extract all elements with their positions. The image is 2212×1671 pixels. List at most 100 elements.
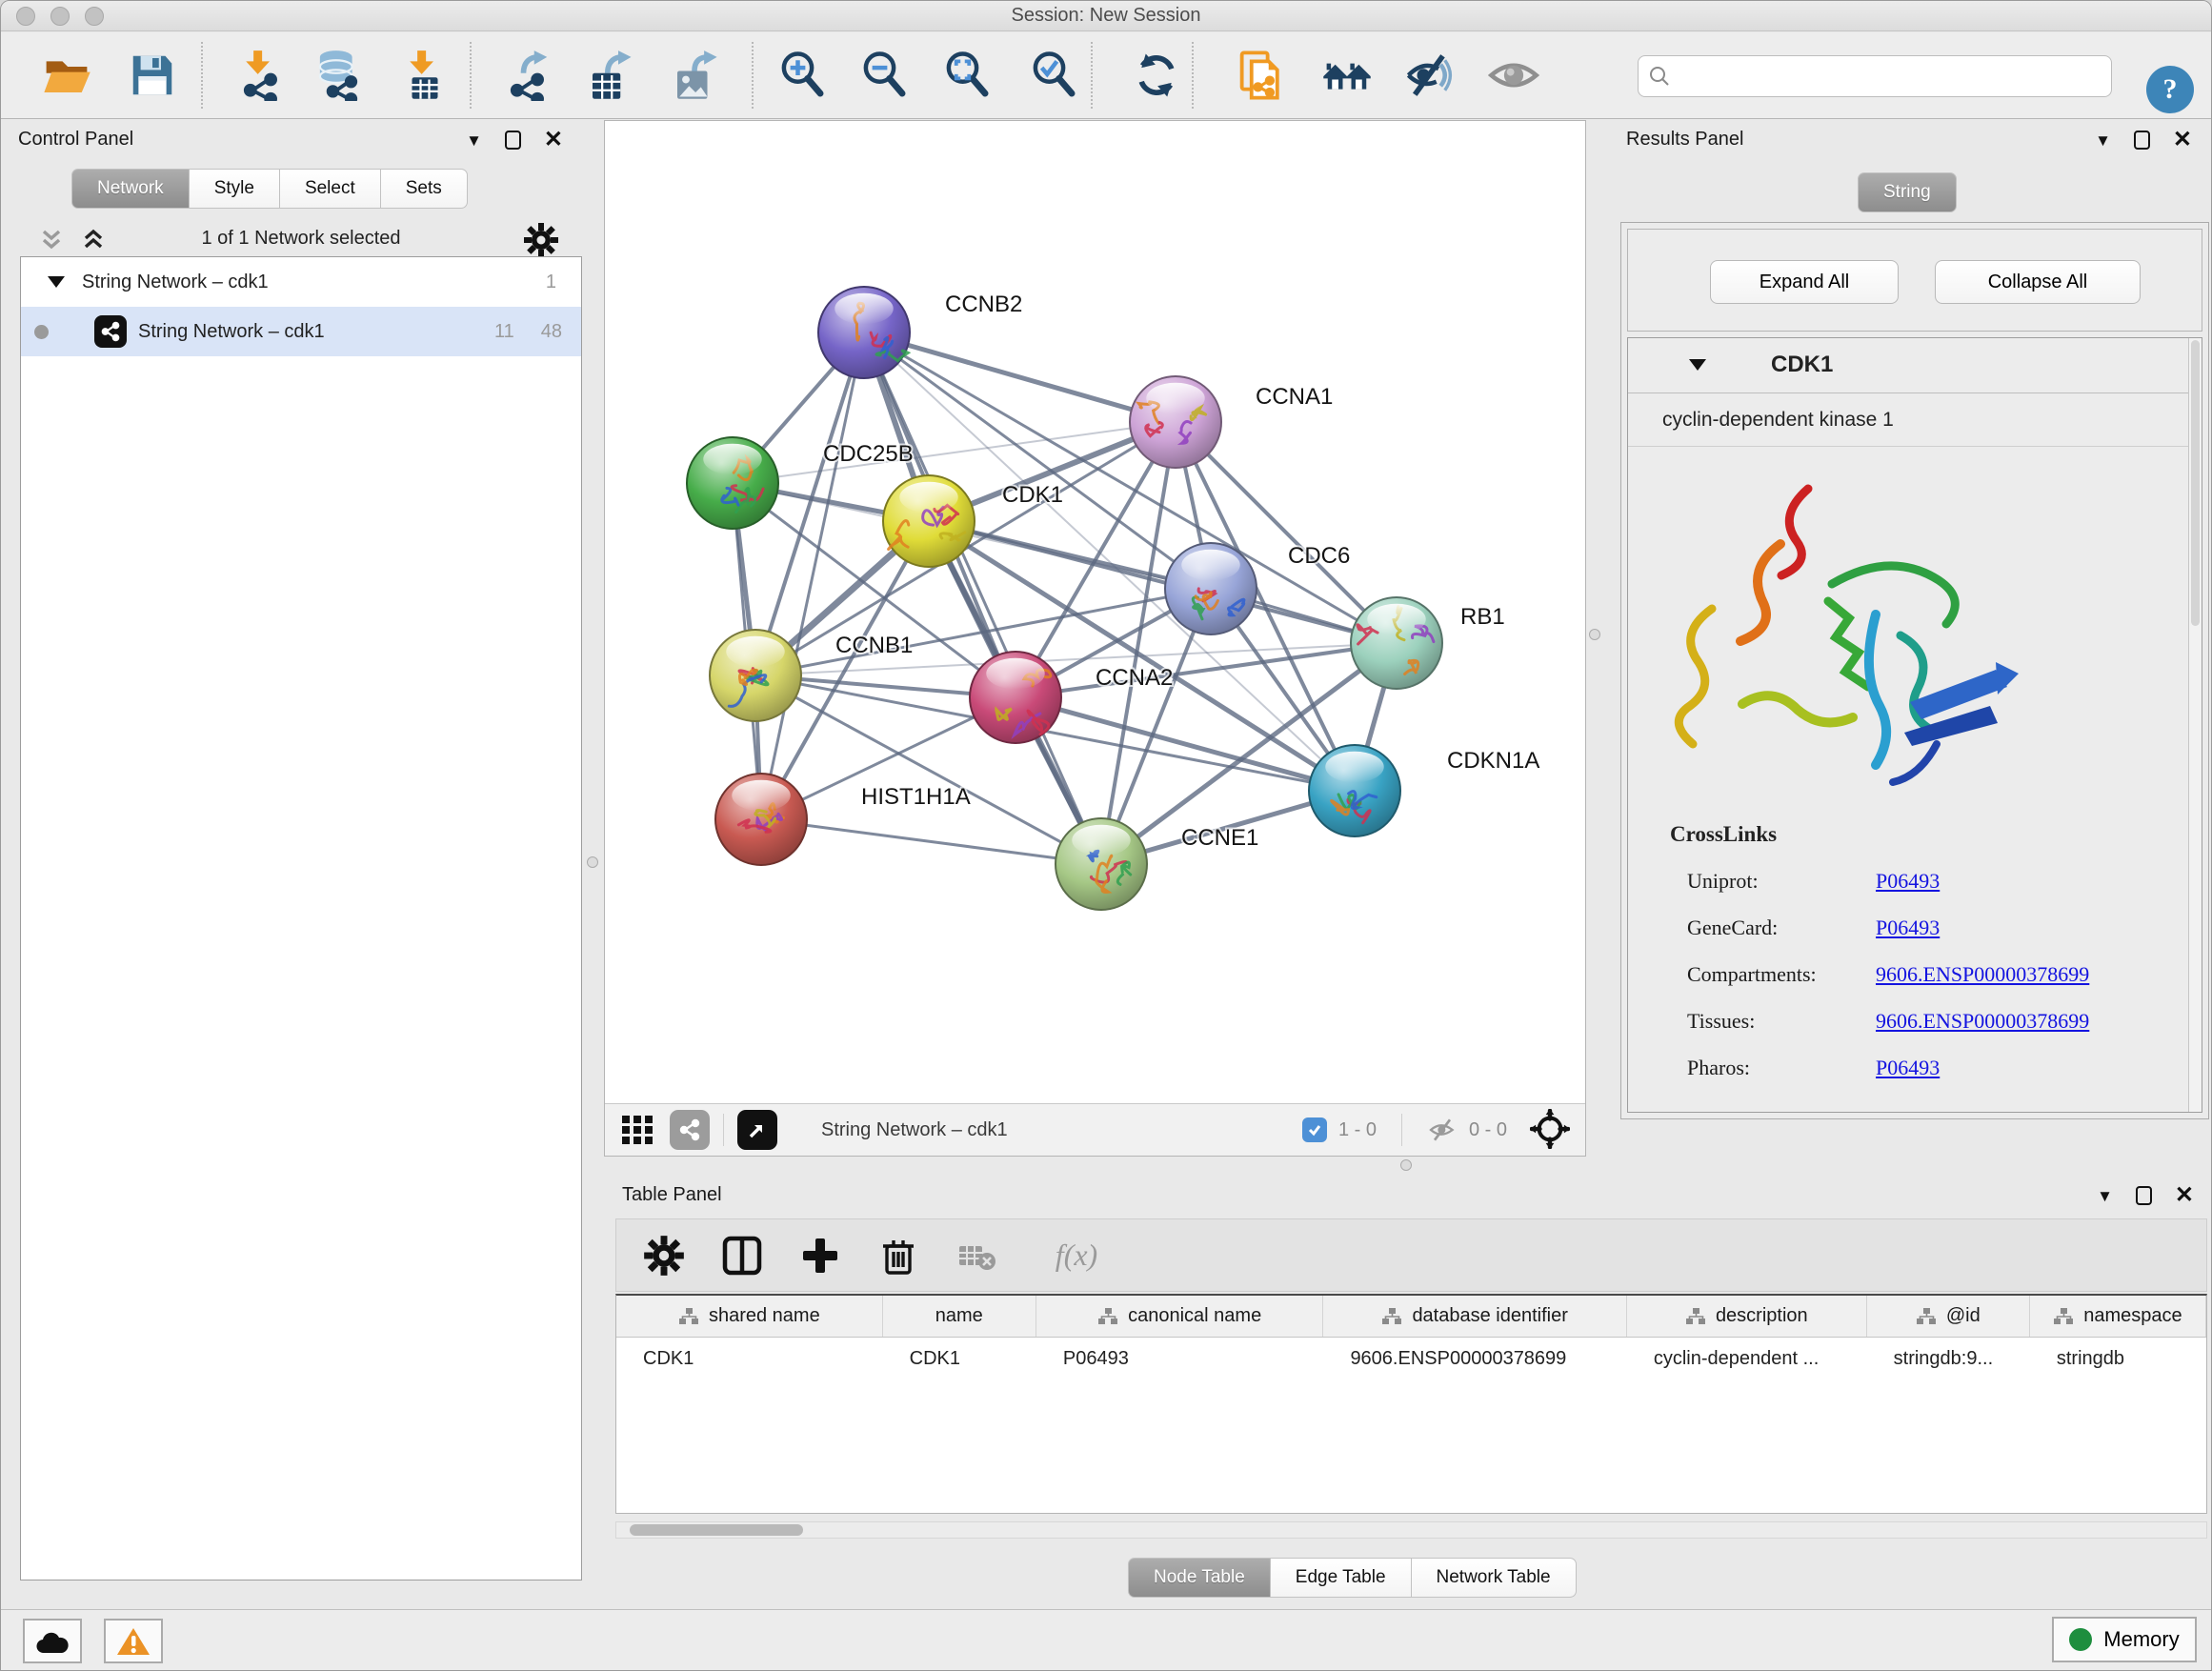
- node-CDC25B[interactable]: [687, 437, 778, 529]
- save-session-button[interactable]: [127, 50, 178, 101]
- function-builder-button[interactable]: f(x): [1034, 1235, 1119, 1277]
- expand-all-button[interactable]: Expand All: [1710, 260, 1899, 304]
- birds-eye-view-button[interactable]: [618, 1110, 656, 1151]
- collapse-all-button[interactable]: Collapse All: [1935, 260, 2141, 304]
- table-cell[interactable]: stringdb:9...: [1867, 1338, 2030, 1379]
- column-header-namespace[interactable]: namespace: [2030, 1296, 2206, 1337]
- fit-selected-button[interactable]: [1530, 1109, 1570, 1152]
- network-row[interactable]: String Network – cdk1 11 48: [21, 307, 581, 356]
- network-options-button[interactable]: [523, 222, 559, 261]
- export-table-button[interactable]: [584, 50, 635, 101]
- table-row[interactable]: CDK1CDK1P064939606.ENSP00000378699cyclin…: [616, 1338, 2206, 1379]
- results-panel-close-button[interactable]: ✕: [2173, 129, 2192, 151]
- table-cell[interactable]: P06493: [1036, 1338, 1324, 1379]
- warnings-status-button[interactable]: [104, 1619, 163, 1663]
- zoom-in-button[interactable]: [776, 50, 828, 101]
- node-CCNE1[interactable]: [1056, 818, 1147, 910]
- table-panel-menu-button[interactable]: ▼: [2097, 1188, 2113, 1204]
- collapse-all-networks-button[interactable]: [37, 226, 66, 257]
- control-panel-menu-button[interactable]: ▼: [466, 132, 482, 149]
- add-column-button[interactable]: [799, 1235, 841, 1277]
- open-in-browser-button[interactable]: [737, 1110, 777, 1150]
- edge-HIST1H1A-CCNE1[interactable]: [761, 819, 1101, 864]
- tab-style[interactable]: Style: [190, 169, 280, 209]
- node-CDKN1A[interactable]: [1309, 745, 1400, 836]
- control-panel-close-button[interactable]: ✕: [544, 129, 563, 151]
- edge-CCNB2-HIST1H1A[interactable]: [761, 332, 864, 819]
- column-header-database-identifier[interactable]: database identifier: [1323, 1296, 1626, 1337]
- export-network-button[interactable]: [502, 50, 553, 101]
- table-scrollbar-thumb[interactable]: [630, 1524, 803, 1536]
- network-canvas[interactable]: CCNB2CCNA1CDC25BCDK1CDC6RB1CCNB1CCNA2CDK…: [605, 121, 1585, 1103]
- open-session-button[interactable]: [41, 50, 92, 101]
- edge-CDK1-RB1[interactable]: [929, 521, 1397, 643]
- column-header-name[interactable]: name: [883, 1296, 1036, 1337]
- table-horizontal-scrollbar[interactable]: [615, 1521, 2207, 1539]
- search-input[interactable]: [1671, 65, 2101, 88]
- column-header-description[interactable]: description: [1627, 1296, 1867, 1337]
- zoom-fit-button[interactable]: [941, 50, 993, 101]
- table-panel-close-button[interactable]: ✕: [2175, 1184, 2194, 1207]
- crosslink-link[interactable]: P06493: [1876, 916, 1940, 940]
- delete-table-button[interactable]: [955, 1235, 997, 1277]
- table-cell[interactable]: CDK1: [616, 1338, 883, 1379]
- tab-sets[interactable]: Sets: [381, 169, 468, 209]
- string-hide-glass-button[interactable]: [1404, 50, 1456, 101]
- string-view-button[interactable]: [670, 1110, 710, 1150]
- node-CCNB1[interactable]: [710, 630, 801, 721]
- table-cell[interactable]: stringdb: [2030, 1338, 2206, 1379]
- crosslink-link[interactable]: 9606.ENSP00000378699: [1876, 1009, 2089, 1034]
- show-overview-button[interactable]: [1488, 50, 1539, 101]
- crosslink-link[interactable]: P06493: [1876, 1056, 1940, 1080]
- protein-header-row[interactable]: CDK1: [1628, 338, 2202, 393]
- import-network-file-button[interactable]: [235, 50, 287, 101]
- table-cell[interactable]: CDK1: [883, 1338, 1036, 1379]
- control-panel-float-button[interactable]: [505, 131, 521, 150]
- tab-string[interactable]: String: [1858, 172, 1957, 212]
- node-RB1[interactable]: [1351, 597, 1442, 689]
- node-CDK1[interactable]: [883, 475, 975, 567]
- network-collection-row[interactable]: String Network – cdk1 1: [21, 257, 581, 307]
- memory-button[interactable]: Memory: [2052, 1617, 2197, 1662]
- results-scrollbar-thumb[interactable]: [2191, 340, 2200, 626]
- right-splitter-grip[interactable]: [1589, 629, 1600, 640]
- tab-node-table[interactable]: Node Table: [1128, 1558, 1271, 1598]
- node-CDC6[interactable]: [1165, 543, 1257, 634]
- export-image-button[interactable]: [669, 50, 720, 101]
- apply-layout-button[interactable]: [1131, 50, 1182, 101]
- help-button[interactable]: ?: [2146, 66, 2194, 113]
- left-splitter-grip[interactable]: [587, 856, 598, 868]
- crosslink-link[interactable]: P06493: [1876, 869, 1940, 894]
- show-columns-button[interactable]: [721, 1235, 763, 1277]
- protein-collapse-icon[interactable]: [1689, 359, 1706, 371]
- table-panel-float-button[interactable]: [2136, 1186, 2152, 1205]
- column-header-shared-name[interactable]: shared name: [616, 1296, 883, 1337]
- results-panel-float-button[interactable]: [2134, 131, 2150, 150]
- node-CCNA1[interactable]: [1130, 376, 1221, 468]
- tab-network[interactable]: Network: [71, 169, 190, 209]
- column-header-canonical-name[interactable]: canonical name: [1036, 1296, 1324, 1337]
- import-table-button[interactable]: [399, 50, 451, 101]
- string-home-button[interactable]: [1321, 50, 1373, 101]
- crosslink-link[interactable]: 9606.ENSP00000378699: [1876, 962, 2089, 987]
- node-CCNB2[interactable]: [818, 287, 910, 378]
- delete-column-button[interactable]: [877, 1235, 919, 1277]
- table-options-button[interactable]: [643, 1235, 685, 1277]
- node-CCNA2[interactable]: [970, 652, 1061, 743]
- string-protein-query-button[interactable]: [1237, 50, 1288, 101]
- collection-collapse-icon[interactable]: [48, 276, 65, 288]
- tab-select[interactable]: Select: [280, 169, 381, 209]
- table-cell[interactable]: 9606.ENSP00000378699: [1323, 1338, 1626, 1379]
- selected-nodes-checkbox[interactable]: [1302, 1117, 1327, 1142]
- zoom-selected-button[interactable]: [1028, 50, 1079, 101]
- table-cell[interactable]: cyclin-dependent ...: [1627, 1338, 1867, 1379]
- cloud-status-button[interactable]: [23, 1619, 82, 1663]
- results-panel-menu-button[interactable]: ▼: [2095, 132, 2111, 149]
- import-network-database-button[interactable]: [312, 50, 364, 101]
- zoom-out-button[interactable]: [858, 50, 910, 101]
- horizontal-splitter-grip[interactable]: [1400, 1159, 1412, 1171]
- column-header--id[interactable]: @id: [1867, 1296, 2030, 1337]
- results-scrollbar[interactable]: [2188, 338, 2202, 1112]
- tab-edge-table[interactable]: Edge Table: [1271, 1558, 1412, 1598]
- expand-all-networks-button[interactable]: [79, 226, 108, 257]
